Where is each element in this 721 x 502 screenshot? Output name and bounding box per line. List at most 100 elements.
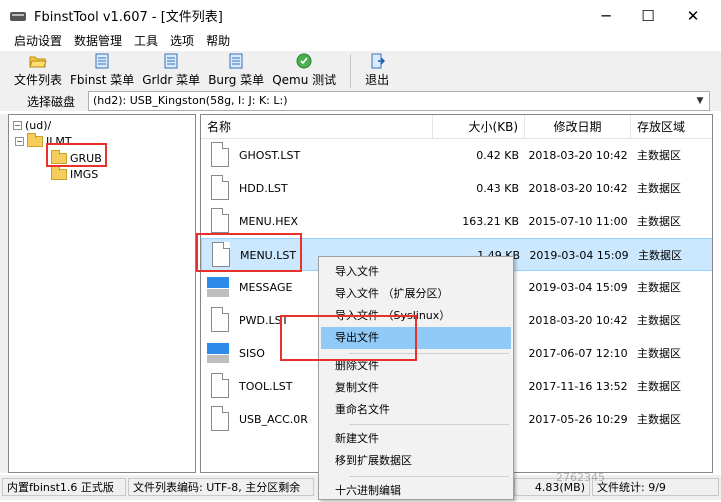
window-title: FbinstTool v1.607 - [文件列表] [34, 10, 223, 25]
file-name: GHOST.LST [239, 149, 301, 162]
context-menu: 导入文件 导入文件 （扩展分区） 导入文件 （Syslinux） 导出文件 删除… [318, 256, 514, 500]
executable-file-icon [207, 343, 229, 363]
export-highlight-box [280, 315, 417, 361]
file-date: 2018-03-20 10:42 [528, 182, 628, 195]
status-version: 内置fbinst1.6 正式版 [2, 478, 126, 496]
collapse-icon[interactable]: − [15, 136, 24, 146]
title-bar: FbinstTool v1.607 - [文件列表] ─ ☐ ✕ [0, 0, 721, 31]
burg-menu-button[interactable]: Burg 菜单 [204, 51, 268, 91]
menu-data-management[interactable]: 数据管理 [68, 31, 128, 51]
table-row[interactable]: GHOST.LST 0.42 KB 2018-03-20 10:42 主数据区 [201, 139, 712, 172]
minimize-icon: ─ [601, 6, 611, 25]
column-header-size[interactable]: 大小(KB) [433, 115, 525, 139]
folder-tree: − (ud)/ − ILMT GRUB IMGS [8, 114, 196, 473]
disk-dropdown[interactable]: (hd2): USB_Kingston(58g, I: J: K: L:) ▼ [88, 91, 710, 111]
watermark: 2762345 [556, 471, 605, 484]
file-area: 主数据区 [637, 215, 681, 228]
folder-icon [51, 165, 67, 180]
qemu-test-button[interactable]: Qemu 测试 [268, 51, 340, 91]
menu-boot-settings[interactable]: 启动设置 [8, 31, 68, 51]
status-encoding: 文件列表编码: UTF-8, 主分区剩余 [128, 478, 314, 496]
file-date: 2019-03-04 15:09 [528, 281, 628, 294]
fbinst-menu-button[interactable]: Fbinst 菜单 [66, 51, 138, 91]
chevron-down-icon[interactable]: ▼ [691, 92, 709, 110]
disk-select-label: 选择磁盘 [26, 94, 75, 109]
file-date: 2017-11-16 13:52 [528, 380, 628, 393]
column-header-date[interactable]: 修改日期 [525, 115, 631, 139]
toolbar-separator [350, 54, 352, 88]
burg-menu-label: Burg 菜单 [208, 73, 265, 87]
toolbar: 文件列表 Fbinst 菜单 Grldr 菜单 Burg 菜单 Qemu 测试 … [0, 51, 721, 91]
ctx-hex-edit[interactable]: 十六进制编辑 [321, 480, 511, 502]
collapse-icon[interactable]: − [13, 120, 22, 130]
tree-root[interactable]: − (ud)/ [13, 117, 51, 133]
file-area: 主数据区 [637, 281, 681, 294]
menu-options[interactable]: 选项 [164, 31, 200, 51]
file-area: 主数据区 [637, 182, 681, 195]
ctx-separator [349, 424, 509, 425]
close-icon: ✕ [686, 6, 700, 25]
file-list-button[interactable]: 文件列表 [10, 51, 66, 91]
exit-icon [368, 53, 386, 69]
list-header: 名称 大小(KB) 修改日期 存放区域 [201, 115, 712, 139]
file-date: 2017-05-26 10:29 [528, 413, 628, 426]
file-area: 主数据区 [637, 413, 681, 426]
menu-doc-icon [93, 53, 111, 69]
app-disk-icon [8, 6, 28, 26]
grldr-menu-label: Grldr 菜单 [142, 73, 201, 87]
executable-file-icon [207, 277, 229, 297]
grldr-menu-button[interactable]: Grldr 菜单 [138, 51, 204, 91]
exit-label: 退出 [365, 73, 390, 87]
ctx-new-file[interactable]: 新建文件 [321, 428, 511, 450]
ctx-copy-file[interactable]: 复制文件 [321, 377, 511, 399]
file-date: 2019-03-04 15:09 [529, 249, 629, 262]
ctx-rename-file[interactable]: 重命名文件 [321, 399, 511, 421]
document-file-icon [211, 406, 229, 431]
minimize-button[interactable]: ─ [583, 0, 629, 31]
file-area: 主数据区 [637, 314, 681, 327]
column-header-area[interactable]: 存放区域 [631, 115, 712, 139]
file-size: 163.21 KB [462, 215, 519, 228]
tree-node-label: IMGS [70, 167, 99, 181]
ctx-import-file[interactable]: 导入文件 [321, 261, 511, 283]
menu-tools[interactable]: 工具 [128, 31, 164, 51]
column-header-name[interactable]: 名称 [201, 115, 433, 139]
close-button[interactable]: ✕ [670, 0, 716, 31]
document-file-icon [211, 208, 229, 233]
folder-open-icon [29, 53, 47, 69]
file-area: 主数据区 [637, 380, 681, 393]
ctx-move-to-extended[interactable]: 移到扩展数据区 [321, 450, 511, 472]
document-file-icon [211, 175, 229, 200]
file-size: 0.43 KB [476, 182, 519, 195]
qemu-test-label: Qemu 测试 [272, 73, 337, 87]
tree-root-label: (ud)/ [25, 118, 52, 132]
file-area: 主数据区 [638, 249, 682, 262]
table-row[interactable]: HDD.LST 0.43 KB 2018-03-20 10:42 主数据区 [201, 172, 712, 205]
maximize-icon: ☐ [641, 6, 655, 25]
file-area: 主数据区 [637, 347, 681, 360]
ctx-import-extended[interactable]: 导入文件 （扩展分区） [321, 283, 511, 305]
document-file-icon [211, 373, 229, 398]
menu-doc-icon [227, 53, 245, 69]
disk-selector-bar: 选择磁盘 (hd2): USB_Kingston(58g, I: J: K: L… [0, 91, 721, 111]
file-date: 2015-07-10 11:00 [528, 215, 628, 228]
menu-help[interactable]: 帮助 [200, 31, 236, 51]
status-file-count: 文件统计: 9/9 [592, 478, 719, 496]
document-file-icon [211, 307, 229, 332]
grub-highlight-box [46, 143, 107, 167]
file-date: 2017-06-07 12:10 [528, 347, 628, 360]
file-area: 主数据区 [637, 149, 681, 162]
document-file-icon [211, 142, 229, 167]
file-list-label: 文件列表 [14, 73, 63, 87]
ctx-separator [349, 476, 509, 477]
maximize-button[interactable]: ☐ [625, 0, 671, 31]
tree-node-imgs[interactable]: IMGS [51, 165, 99, 182]
fbinst-menu-label: Fbinst 菜单 [70, 73, 135, 87]
qemu-icon [295, 53, 313, 69]
exit-button[interactable]: 退出 [361, 51, 393, 91]
menu-doc-icon [162, 53, 180, 69]
menu-lst-highlight-box [196, 233, 302, 272]
file-size: 0.42 KB [476, 149, 519, 162]
menu-bar: 启动设置 数据管理 工具 选项 帮助 [0, 31, 721, 51]
file-date: 2018-03-20 10:42 [528, 149, 628, 162]
